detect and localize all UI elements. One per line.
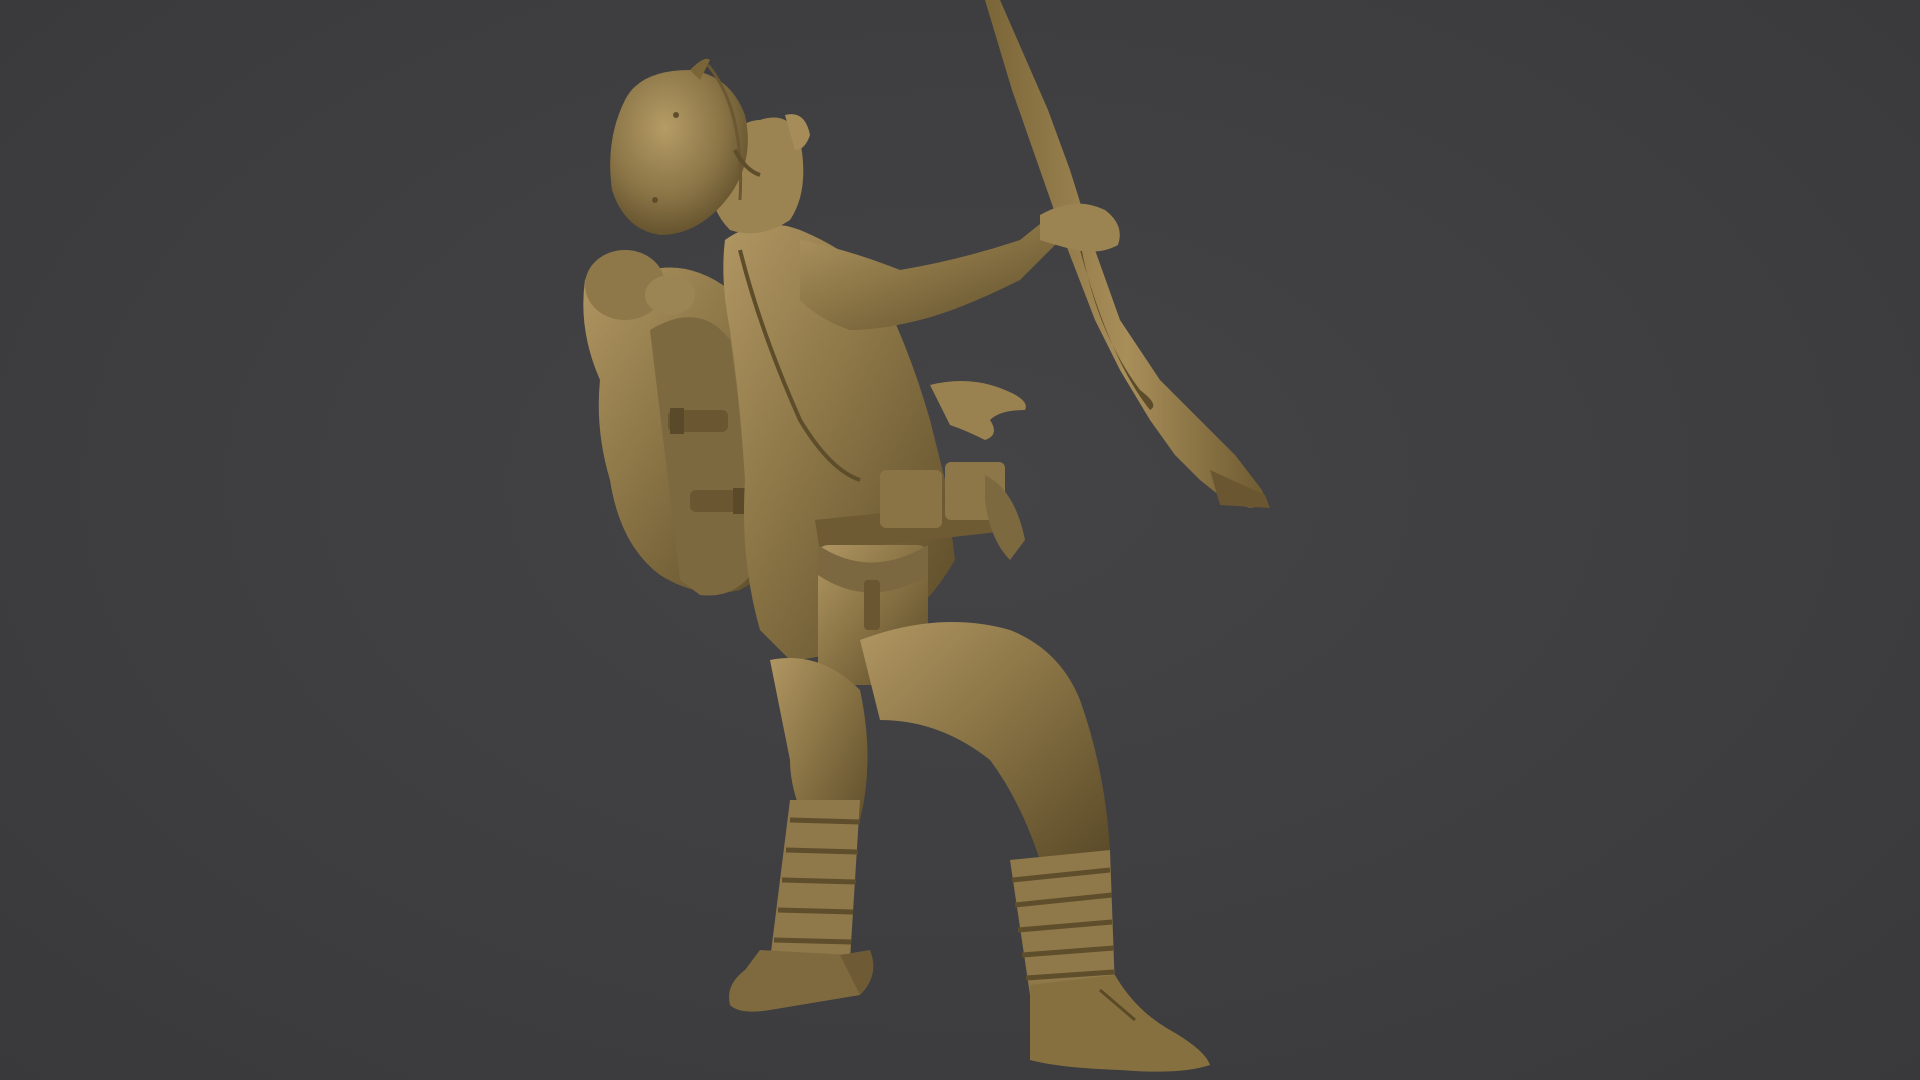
raised-arm [800,203,1120,330]
viewport-background [0,0,1920,1080]
lower-hand [930,381,1026,440]
boots [729,950,1210,1072]
soldier-figure-render [583,0,1270,1072]
head-helmet [610,58,810,235]
